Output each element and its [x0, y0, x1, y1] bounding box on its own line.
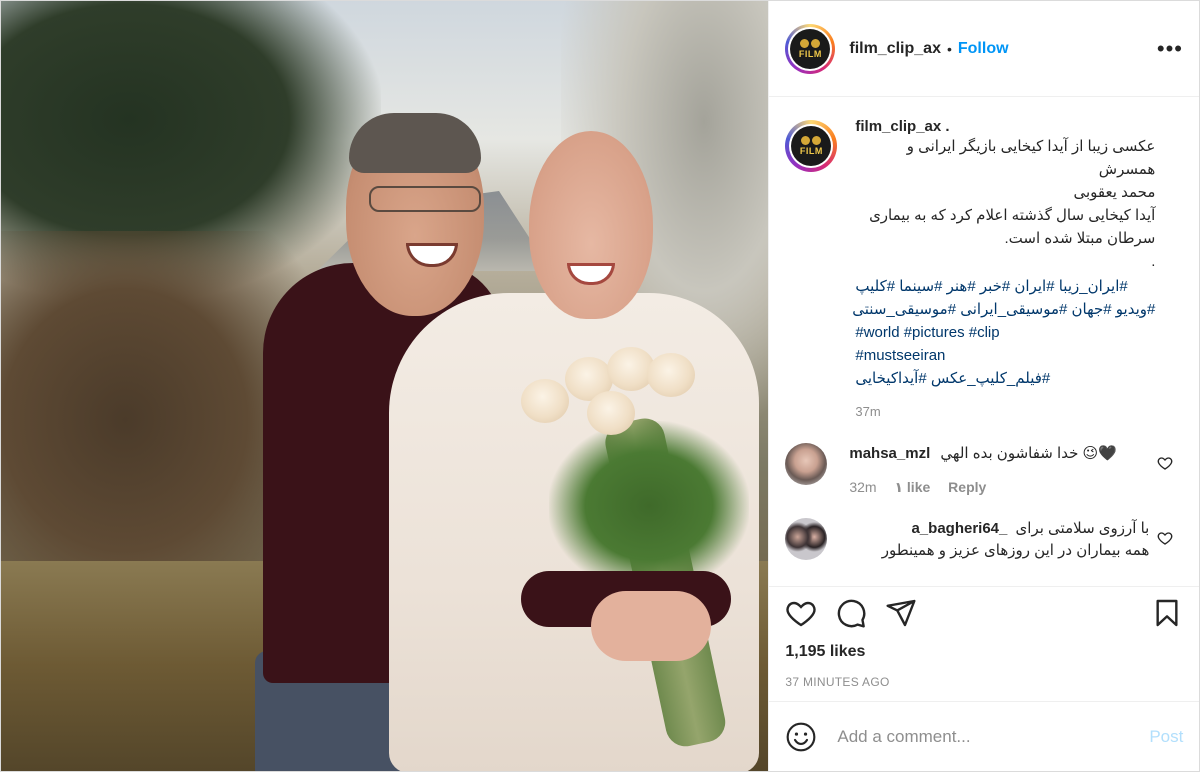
comment-text: خدا شفاشون بده الهي 😉🖤 — [940, 445, 1117, 462]
photo-rose — [587, 391, 635, 435]
heart-icon[interactable] — [1157, 455, 1173, 471]
post-dialog: FILM film_clip_ax • Follow ••• FILM film… — [0, 0, 1200, 772]
post-time-ago[interactable]: 37 MINUTES AGO — [785, 675, 1183, 689]
add-comment-bar: Post — [769, 701, 1199, 771]
comment-line: با آرزوی سلامتی برای _a_bagheri64 — [849, 518, 1149, 540]
post-header: FILM film_clip_ax • Follow ••• — [769, 1, 1199, 97]
film-reels-icon — [800, 38, 821, 48]
reel-icon — [800, 38, 810, 48]
film-logo-icon: FILM — [791, 126, 832, 166]
heart-icon[interactable] — [1157, 530, 1173, 546]
photo-man-hair — [349, 113, 481, 173]
photo-man-glasses — [369, 186, 481, 212]
comment-text: با آرزوی سلامتی برای — [1015, 520, 1150, 537]
hashtag-line[interactable]: #world #pictures #clip — [855, 321, 1155, 344]
commenter-avatar[interactable] — [785, 518, 828, 560]
comment-input[interactable] — [835, 725, 1150, 748]
photo-flower-leaves — [549, 421, 749, 591]
emoji-icon[interactable] — [785, 721, 817, 753]
caption: FILM film_clip_ax . عکسی زیبا از آیدا کی… — [769, 98, 1199, 419]
comment-body: با آرزوی سلامتی برای _a_bagheri64 همه بی… — [849, 518, 1150, 562]
hashtag-line[interactable]: #ایران_زیبا #ایران #خبر #هنر #سینما #کلی… — [855, 275, 1155, 298]
film-reels-icon — [801, 136, 822, 145]
header-username[interactable]: film_clip_ax — [849, 40, 941, 58]
comment-item: با آرزوی سلامتی برای _a_bagheri64 همه بی… — [769, 518, 1199, 562]
hashtag-line[interactable]: #mustseeiran — [855, 344, 1155, 367]
post-button[interactable]: Post — [1149, 727, 1183, 747]
comment-line: همه بیماران در این روزهای عزیز و همینطور — [849, 540, 1150, 562]
film-logo-icon: FILM — [790, 28, 831, 69]
comment-username[interactable]: _a_bagheri64 — [911, 520, 1007, 537]
comment-body: mahsa_mzl خدا شفاشون بده الهي 😉🖤 32m ۱ l… — [849, 443, 1149, 496]
comment-time[interactable]: 32m — [849, 479, 876, 495]
avatar-logo-text: FILM — [799, 146, 823, 156]
bookmark-icon[interactable] — [1151, 597, 1183, 629]
comment-text: همه بیماران در این روزهای عزیز و همینطور — [881, 542, 1150, 559]
avatar-border: FILM — [789, 124, 834, 168]
hashtag-line[interactable]: #ویدیو #جهان #موسیقی_ایرانی #موسیقی_سنتی — [852, 298, 1155, 321]
comment-likes[interactable]: ۱ like — [894, 479, 930, 495]
avatar[interactable]: FILM — [785, 23, 836, 74]
comment-line: mahsa_mzl خدا شفاشون بده الهي 😉🖤 — [849, 443, 1149, 465]
comment-item: mahsa_mzl خدا شفاشون بده الهي 😉🖤 32m ۱ l… — [769, 443, 1199, 496]
reel-icon — [812, 136, 822, 145]
likes-count[interactable]: 1,195 likes — [785, 643, 1183, 661]
comments-section[interactable]: FILM film_clip_ax . عکسی زیبا از آیدا کی… — [769, 98, 1199, 586]
avatar[interactable]: FILM — [785, 120, 838, 172]
photo-hands — [591, 591, 711, 661]
like-heart-icon[interactable] — [785, 597, 817, 629]
post-actions: 1,195 likes 37 MINUTES AGO — [769, 586, 1199, 701]
share-paper-plane-icon[interactable] — [885, 597, 917, 629]
follow-button[interactable]: Follow — [958, 40, 1009, 58]
more-options-icon[interactable]: ••• — [1157, 37, 1183, 60]
separator-dot: • — [946, 40, 952, 57]
comment-username[interactable]: mahsa_mzl — [849, 445, 930, 462]
avatar-logo-text: FILM — [798, 48, 822, 59]
hashtag-line[interactable]: #فیلم_کلیپ_عکس #آیداکیخایی — [855, 367, 1155, 390]
comment-meta: 32m ۱ like Reply — [849, 479, 1149, 496]
caption-text: عکسی زیبا از آیدا کیخایی بازیگر ایرانی و… — [869, 138, 1156, 270]
caption-username[interactable]: film_clip_ax . — [855, 118, 1155, 135]
post-side-panel: FILM film_clip_ax • Follow ••• FILM film… — [768, 1, 1199, 771]
caption-timestamp[interactable]: 37m — [855, 404, 1155, 419]
reel-icon — [811, 38, 821, 48]
reply-button[interactable]: Reply — [948, 479, 986, 495]
action-icon-row — [785, 587, 1183, 639]
post-photo[interactable] — [1, 1, 769, 771]
reel-icon — [801, 136, 811, 145]
photo-rose — [647, 353, 695, 397]
photo-rose — [521, 379, 569, 423]
commenter-avatar[interactable] — [785, 443, 828, 485]
avatar-border: FILM — [788, 26, 833, 71]
photo-woman-head — [529, 131, 653, 319]
comment-bubble-icon[interactable] — [835, 597, 867, 629]
caption-hashtags: #ایران_زیبا #ایران #خبر #هنر #سینما #کلی… — [852, 275, 1155, 390]
caption-body: film_clip_ax . عکسی زیبا از آیدا کیخایی … — [852, 118, 1156, 419]
